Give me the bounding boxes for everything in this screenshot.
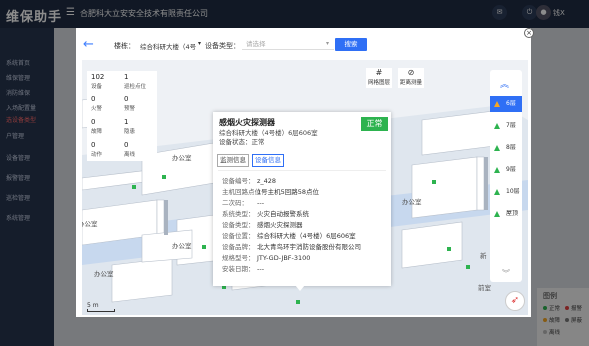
tab-monitoring[interactable]: 监测信息	[217, 154, 249, 167]
field-row: 规格型号： JTY-GD-JBF-3100	[222, 254, 311, 262]
floor-item-8[interactable]: 8层	[490, 140, 522, 156]
stats-panel: 102 设备 1 巡检点位 0 火警 0 预警 0 故障 1 隐患 0 动作 0 离线	[87, 71, 157, 161]
field-row: 设备品牌： 北大青鸟环宇消防设备股份有限公司	[222, 243, 361, 251]
measure-distance-button[interactable]: ⊘ 距离测量	[398, 68, 424, 88]
close-icon[interactable]: ×	[524, 28, 534, 38]
room-label: 办公室	[402, 198, 422, 206]
stat-fire-alarm: 0 火警	[91, 95, 103, 112]
stat-devices: 102 设备	[91, 73, 105, 90]
field-row: 安装日期： ---	[222, 265, 265, 273]
back-arrow-icon[interactable]: ←	[83, 37, 94, 52]
grid-layer-button[interactable]: # 网格图层	[366, 68, 392, 88]
grid-icon: #	[375, 68, 383, 77]
device-marker-icon	[494, 188, 500, 195]
floor-item-9[interactable]: 9层	[490, 162, 522, 178]
floor-item-7[interactable]: 7层	[490, 118, 522, 134]
compass-icon[interactable]: ➶	[505, 291, 525, 311]
device-marker-icon	[494, 122, 500, 129]
device-status-line: 设备状态：正常	[219, 138, 265, 146]
stat-pre-alarm: 0 预警	[124, 95, 136, 112]
measure-distance-label: 距离测量	[399, 80, 422, 86]
room-label: 办公室	[94, 270, 114, 278]
floor-item-6[interactable]: 6层	[490, 96, 522, 112]
tab-device-info[interactable]: 设备信息	[252, 154, 284, 167]
popup-pointer	[295, 285, 305, 291]
chevron-down-icon[interactable]: ▾	[326, 40, 329, 47]
field-row: 设备类型： 感烟火灾探测器	[222, 221, 303, 229]
floor-item-10[interactable]: 10层	[490, 184, 522, 200]
field-row: 设备位置： 综合科研大楼（4号楼）6层606室	[222, 232, 356, 240]
ruler-icon: ⊘	[407, 68, 415, 77]
room-label: 新	[480, 252, 487, 260]
chevron-down-icon[interactable]: ︾	[502, 268, 510, 279]
chevron-up-icon[interactable]: ︽	[500, 77, 509, 90]
room-label: 办公室	[82, 220, 98, 228]
room-label: 办公室	[172, 242, 192, 250]
building-label: 楼栋：	[114, 42, 135, 50]
stat-patrol-points: 1 巡检点位	[124, 73, 147, 90]
divider	[218, 170, 386, 171]
stat-hazard: 1 隐患	[124, 118, 136, 135]
stat-offline: 0 离线	[124, 141, 136, 158]
device-marker-icon	[494, 144, 500, 151]
scale-label: 5 m	[87, 302, 99, 309]
chevron-down-icon[interactable]: ▾	[198, 40, 201, 47]
search-button[interactable]: 搜索	[335, 38, 367, 51]
room-label: 办公室	[172, 154, 192, 162]
field-row: 设备编号： z_428	[222, 177, 277, 185]
floor-selector: 6层 7层 8层 9层 10层 屋顶	[490, 70, 522, 282]
scale-bar	[87, 309, 115, 312]
status-badge: 正常	[361, 117, 388, 131]
stat-fault: 0 故障	[91, 118, 103, 135]
device-marker-icon	[494, 166, 500, 173]
grid-layer-label: 网格图层	[367, 80, 390, 86]
building-select[interactable]: 综合科研大楼（4号	[140, 41, 197, 51]
device-marker-icon	[494, 100, 500, 107]
floor-item-roof[interactable]: 屋顶	[490, 206, 522, 222]
device-marker-icon	[494, 210, 500, 217]
field-row: 二次码： ---	[222, 199, 265, 207]
room-label: 前室	[478, 284, 491, 292]
device-type-select[interactable]: 请选择	[242, 38, 334, 50]
stat-action: 0 动作	[91, 141, 103, 158]
field-row: 主机回路点位：1号主机5回路58点位	[222, 188, 320, 196]
device-type-label: 设备类型：	[205, 42, 240, 50]
field-row: 系统类型： 火灾自动报警系统	[222, 210, 309, 218]
